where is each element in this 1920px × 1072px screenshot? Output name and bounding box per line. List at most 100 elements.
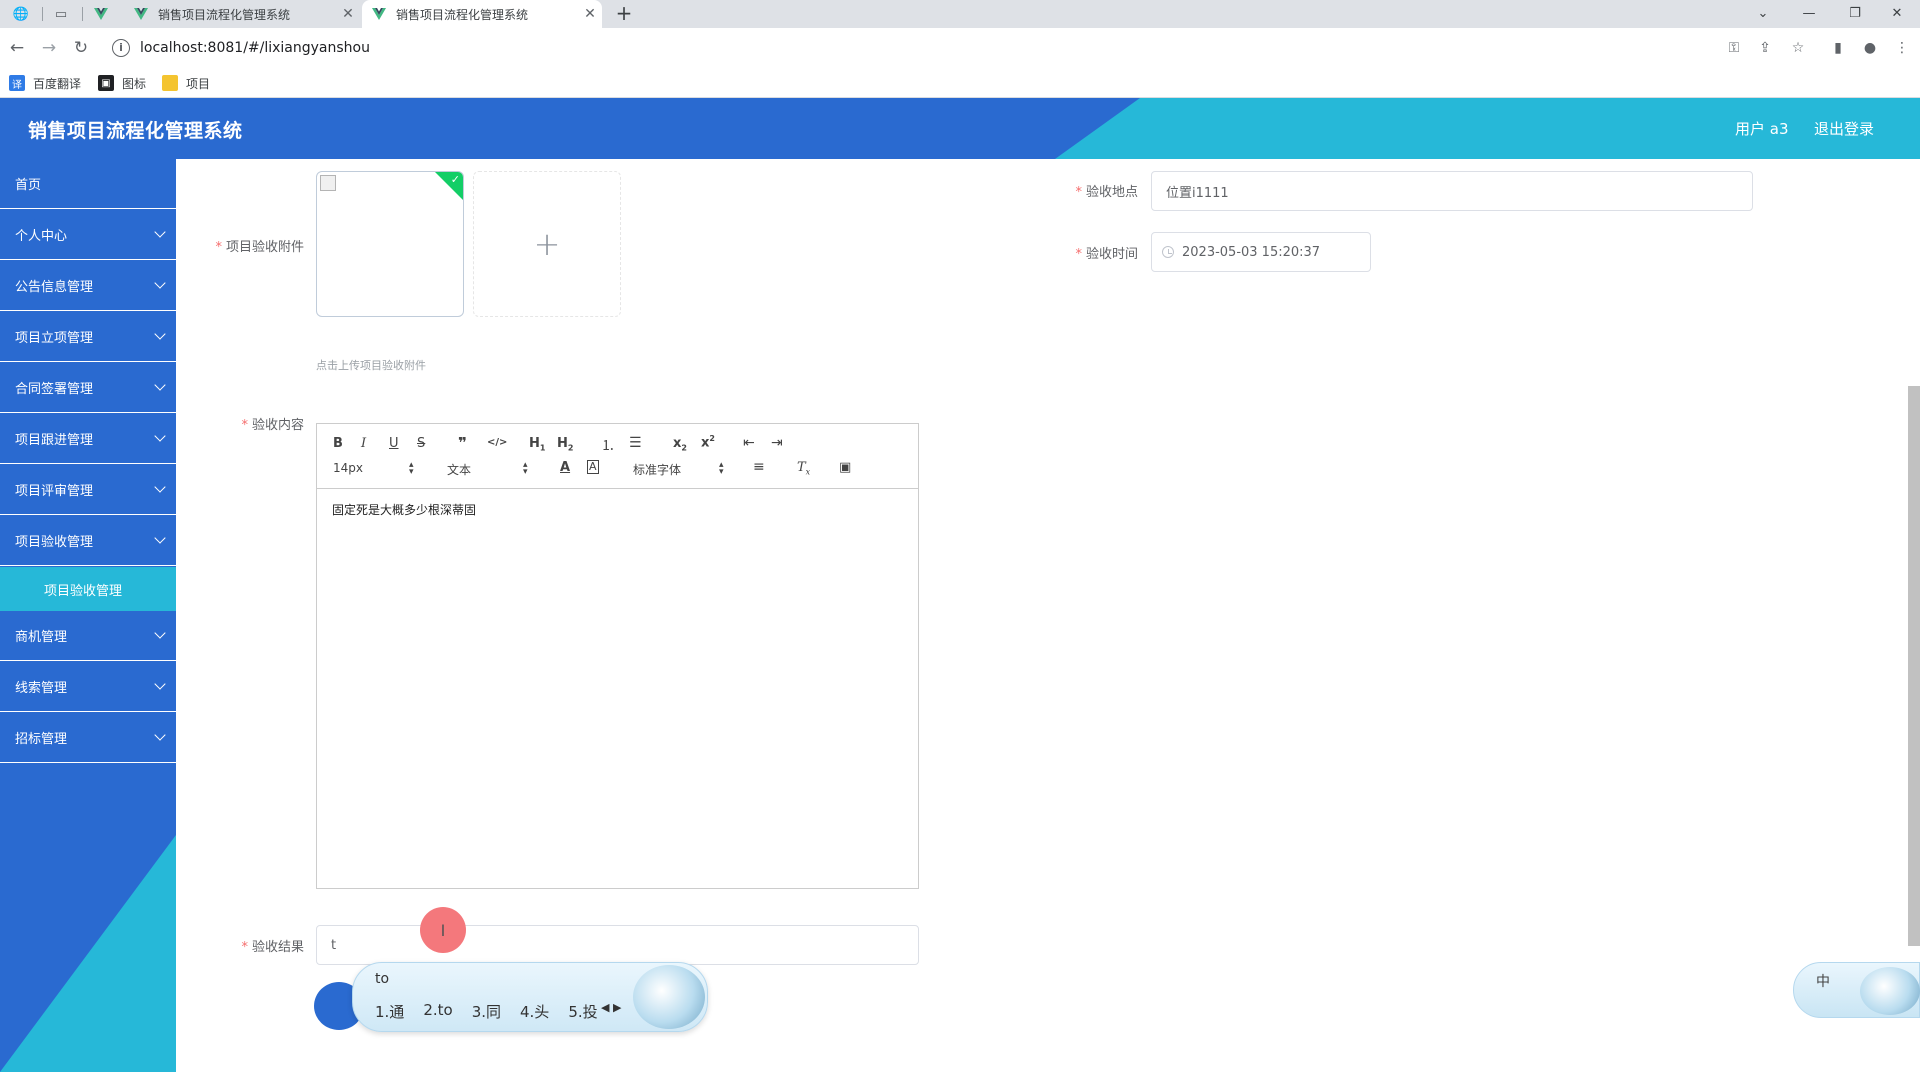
bookmark-item[interactable]: 项目 — [162, 74, 210, 92]
bookmark-label: 百度翻译 — [33, 76, 82, 91]
uploaded-file-thumbnail[interactable]: ✓ — [316, 171, 464, 317]
tab-separator — [82, 7, 83, 21]
logout-link[interactable]: 退出登录 — [1814, 118, 1874, 139]
vue-tab-icon[interactable] — [90, 3, 112, 25]
ime-candidate[interactable]: 5.投 — [568, 1001, 597, 1022]
align-icon[interactable]: ≡ — [753, 459, 765, 475]
heading1-icon[interactable]: H1 — [529, 436, 545, 453]
outdent-icon[interactable]: ⇤ — [743, 435, 755, 451]
strikethrough-icon[interactable]: S — [417, 436, 425, 451]
sidebar-item-label: 项目跟进管理 — [15, 433, 94, 448]
reload-icon[interactable]: ↻ — [69, 36, 93, 60]
result-input[interactable]: t — [316, 925, 919, 965]
sidebar-item-home[interactable]: 首页 — [0, 159, 176, 209]
sidebar-item-follow-up[interactable]: 项目跟进管理 — [0, 414, 176, 464]
close-window-button[interactable]: ✕ — [1874, 0, 1920, 28]
page-scrollbar-thumb[interactable] — [1908, 386, 1920, 946]
text-cursor-icon: I — [420, 907, 466, 953]
menu-kebab-icon[interactable]: ⋮ — [1890, 36, 1914, 60]
sidebar-item-announcements[interactable]: 公告信息管理 — [0, 261, 176, 311]
ime-status-bar[interactable]: 中 — [1793, 962, 1920, 1018]
restore-button[interactable]: ❐ — [1832, 0, 1878, 28]
subscript-icon[interactable]: x2 — [673, 436, 687, 453]
bookmark-item[interactable]: ▣ 图标 — [98, 74, 146, 92]
side-panel-icon[interactable]: ▮ — [1826, 36, 1850, 60]
ime-candidate[interactable]: 4.头 — [520, 1001, 549, 1022]
location-input[interactable]: 位置i1111 — [1151, 171, 1753, 211]
underline-icon[interactable]: U — [389, 436, 399, 451]
ime-candidate[interactable]: 1.通 — [375, 1001, 404, 1022]
bullet-list-icon[interactable]: ☰ — [629, 435, 642, 451]
tab-title: 销售项目流程化管理系统 — [396, 7, 529, 22]
tab-close-icon[interactable]: ✕ — [336, 6, 360, 22]
new-tab-button[interactable]: + — [612, 2, 636, 26]
forward-arrow-icon[interactable]: → — [37, 36, 61, 60]
bookmark-star-icon[interactable]: ☆ — [1786, 36, 1810, 60]
url-text[interactable]: localhost:8081/#/lixiangyanshou — [140, 40, 370, 56]
text-type-select[interactable]: 文本 — [447, 461, 471, 478]
font-color-icon[interactable]: A — [560, 460, 570, 475]
italic-icon[interactable]: I — [361, 436, 366, 451]
time-picker[interactable]: 2023-05-03 15:20:37 — [1151, 232, 1371, 272]
bookmark-label: 图标 — [122, 76, 147, 91]
required-mark: * — [241, 418, 248, 433]
sidebar-item-personal-center[interactable]: 个人中心 — [0, 210, 176, 260]
key-icon[interactable]: ⚿ — [1722, 36, 1746, 60]
blockquote-icon[interactable]: ❞ — [458, 434, 467, 452]
ime-mode-indicator[interactable]: 中 — [1816, 971, 1830, 991]
address-bar[interactable]: i localhost:8081/#/lixiangyanshou — [104, 32, 1904, 64]
ime-page-arrows-icon[interactable]: ◀ ▶ — [601, 1001, 621, 1014]
sidebar-item-label: 项目评审管理 — [15, 484, 94, 499]
attachment-label: * 项目验收附件 — [215, 240, 304, 255]
sidebar-item-project-initiation[interactable]: 项目立项管理 — [0, 312, 176, 362]
ime-candidate[interactable]: 3.同 — [472, 1001, 501, 1022]
ime-candidate[interactable]: 2.to — [423, 1001, 452, 1022]
sidebar-item-contracts[interactable]: 合同签署管理 — [0, 363, 176, 413]
sidebar-item-opportunities[interactable]: 商机管理 — [0, 611, 176, 661]
tab-close-icon[interactable]: ✕ — [578, 6, 602, 22]
chevron-down-icon — [154, 627, 166, 639]
upload-add-button[interactable]: + — [473, 171, 621, 317]
location-input-value: 位置i1111 — [1166, 185, 1229, 201]
sidebar-item-label: 项目验收管理 — [15, 535, 94, 550]
bold-icon[interactable]: B — [333, 436, 343, 451]
profile-avatar-icon[interactable]: ● — [1858, 36, 1882, 60]
blank-tab-icon[interactable]: ▭ — [50, 3, 72, 25]
font-family-select[interactable]: 标准字体 — [633, 461, 681, 478]
app-header: 销售项目流程化管理系统 用户 a3 退出登录 — [0, 98, 1920, 159]
editor-content[interactable]: 固定死是大概多少根深蒂固 — [317, 489, 918, 530]
rich-text-editor[interactable]: B I U S ❞ </> H1 H2 ⒈ ☰ x2 x2 ⇤ ⇥ 14px ▴… — [316, 423, 919, 889]
sidebar-subitem-acceptance-management[interactable]: 项目验收管理 — [0, 567, 176, 611]
editor-toolbar: B I U S ❞ </> H1 H2 ⒈ ☰ x2 x2 ⇤ ⇥ 14px ▴… — [317, 424, 918, 489]
sidebar-item-label: 商机管理 — [15, 630, 68, 645]
browser-tab[interactable]: 销售项目流程化管理系统 ✕ — [124, 0, 360, 28]
sidebar-item-tenders[interactable]: 招标管理 — [0, 713, 176, 763]
sidebar-subitem-label: 项目验收管理 — [44, 583, 123, 599]
clear-format-icon[interactable]: Tx — [797, 460, 810, 477]
site-info-icon[interactable]: i — [112, 39, 130, 57]
select-arrows-icon: ▴ ▾ — [523, 460, 528, 477]
iconfont-icon: ▣ — [98, 75, 114, 91]
browser-tab-active[interactable]: 销售项目流程化管理系统 ✕ — [362, 0, 602, 28]
sidebar-item-review[interactable]: 项目评审管理 — [0, 465, 176, 515]
tab-search-icon[interactable]: 🌐 — [10, 3, 32, 25]
sidebar-item-acceptance[interactable]: 项目验收管理 — [0, 516, 176, 566]
tab-title: 销售项目流程化管理系统 — [158, 7, 291, 22]
header-accent-shape — [1055, 98, 1920, 159]
sidebar-item-leads[interactable]: 线索管理 — [0, 662, 176, 712]
tab-search-dropdown-icon[interactable]: ⌄ — [1740, 0, 1786, 28]
share-icon[interactable]: ⇪ — [1753, 36, 1777, 60]
required-mark: * — [1075, 185, 1082, 200]
superscript-icon[interactable]: x2 — [701, 434, 715, 450]
code-block-icon[interactable]: </> — [487, 437, 507, 448]
bookmark-item[interactable]: 译 百度翻译 — [9, 74, 81, 92]
image-insert-icon[interactable]: ▣ — [839, 460, 851, 475]
current-user: 用户 a3 — [1735, 120, 1789, 138]
minimize-button[interactable]: — — [1786, 0, 1832, 28]
back-arrow-icon[interactable]: ← — [5, 36, 29, 60]
ordered-list-icon[interactable]: ⒈ — [601, 435, 615, 455]
font-size-select[interactable]: 14px — [333, 461, 363, 475]
indent-icon[interactable]: ⇥ — [771, 435, 783, 451]
background-color-icon[interactable]: A — [587, 460, 599, 474]
heading2-icon[interactable]: H2 — [557, 436, 573, 453]
